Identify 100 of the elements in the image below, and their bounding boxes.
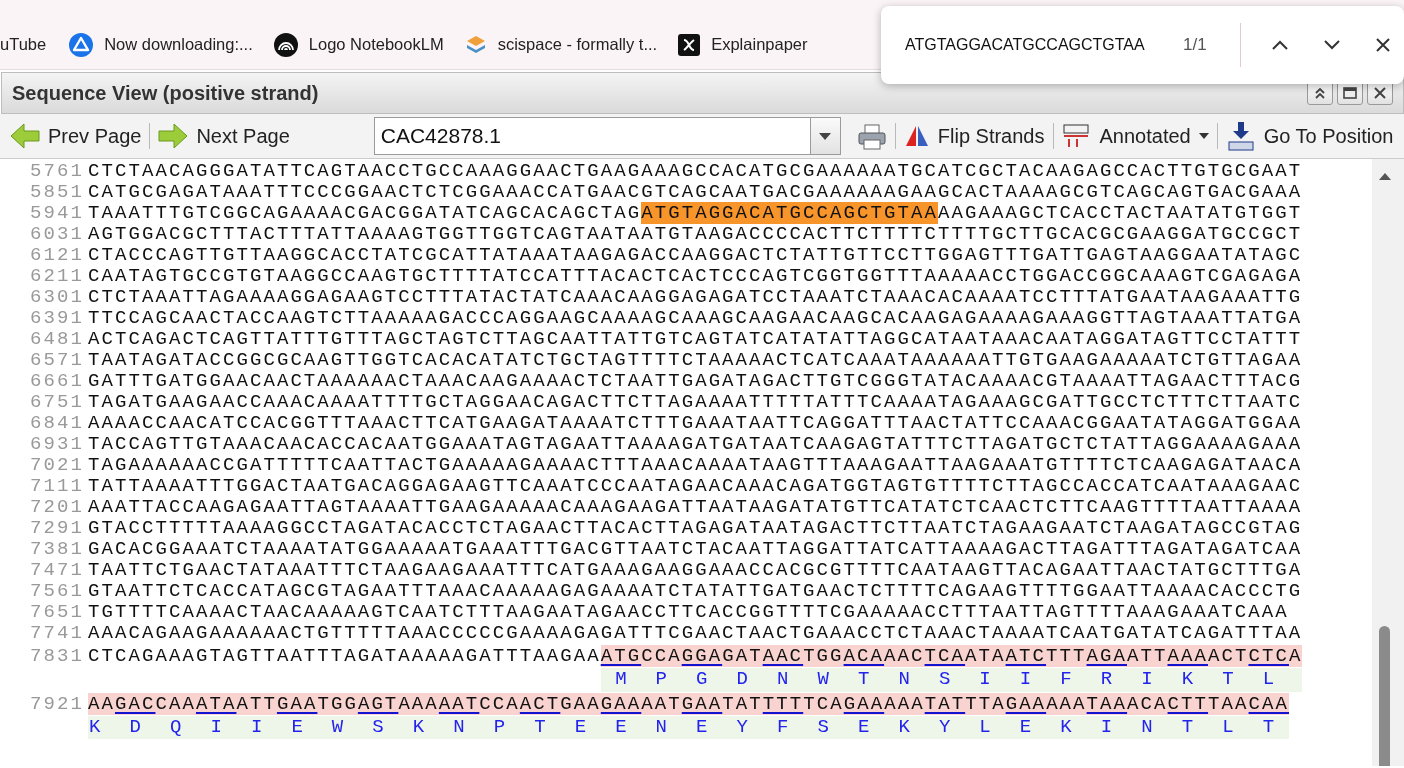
bookmark-link[interactable]: Now downloading:... bbox=[101, 32, 256, 57]
close-icon bbox=[1374, 37, 1391, 53]
flip-triangles-icon bbox=[903, 125, 930, 147]
panel-title: Sequence View (positive strand) bbox=[12, 81, 319, 106]
line-number: 5761 bbox=[29, 161, 85, 182]
line-number: 7741 bbox=[29, 623, 85, 644]
amino-acid: Y bbox=[937, 715, 952, 739]
sequence-text: TAGAAAAAACCGATTTTTCAATTACTGAAAAAGAAAACTTTAAACAAAATAAGTTTAAAGAATTAAGAAATGTTTTCTCAAGAGATAACA bbox=[88, 454, 1303, 476]
sequence-text: AAGAAAGCTCACCTACTAATATGTGGT bbox=[938, 202, 1303, 224]
amino-acid: K bbox=[1059, 715, 1073, 739]
line-number: 6301 bbox=[29, 287, 85, 308]
amino-acid: W bbox=[816, 668, 830, 692]
line-number: 7561 bbox=[29, 581, 85, 602]
flip-strands-button[interactable]: Flip Strands bbox=[899, 119, 1049, 153]
sequence-text: AAATTACCAAGAGAATTAGTAAAATTGAAGAAAAACAAAGAAGATTAATAAGATATGTTCATATCTCAACTCTTCAAGTTTTAATTAAAA bbox=[88, 496, 1303, 518]
amino-acid: I bbox=[1099, 715, 1114, 739]
left-arrow-icon bbox=[10, 123, 40, 149]
chevron-down-icon bbox=[1322, 39, 1341, 51]
scroll-thumb[interactable] bbox=[1379, 626, 1390, 766]
sequence-text: GTACCTTTTTAAAAGGCCTAGATACACCTCTAGAACTTACACTTAGAGATAATAGACTTCTTAATCTAGAAGAATCTAAGATAGCCGTAG bbox=[88, 517, 1303, 539]
bookmark-link[interactable]: Logo NotebookLM bbox=[305, 32, 447, 57]
accession-field[interactable]: CAC42878.1 bbox=[373, 117, 810, 155]
amino-acid: S bbox=[371, 715, 385, 739]
amino-acid: I bbox=[249, 715, 264, 739]
go-to-position-button[interactable]: Go To Position bbox=[1221, 119, 1398, 153]
maximize-icon bbox=[1343, 87, 1357, 99]
sequence-text: ACTCAGACTCAGTTATTTGTTTAGCTAGTCTTAGCAATTATTGTCAGTATCATATATTAGGCATAATAAACAATAGGATAGTTCCTATTT bbox=[88, 328, 1303, 350]
bookmark-link[interactable]: Explainpaper bbox=[708, 32, 811, 57]
amino-acid: I bbox=[1018, 668, 1033, 692]
line-number: 5941 bbox=[29, 203, 85, 224]
sequence-text: TAATTCTGAACTATAAATTTCTAAGAAGAAATTTCATGAAAGAAGGAAACCACGCGTTTTCAATAAGTTACAGAATTAACTATGCTTTGA bbox=[88, 559, 1303, 581]
line-number: 6571 bbox=[29, 350, 85, 371]
amino-acid: L bbox=[978, 715, 992, 739]
sequence-text: GATTTGATGGAACAACTAAAAAACTAAACAAGAAAACTCTAATTGAGATAGACTTGTCGGGTATACAAAACGTAAAATTAGAACTTTACG bbox=[88, 370, 1303, 392]
scrollbar[interactable] bbox=[1372, 159, 1404, 766]
caret-icon bbox=[1198, 133, 1209, 139]
amino-acid: N bbox=[1140, 715, 1154, 739]
scroll-up-icon[interactable] bbox=[1378, 171, 1392, 181]
sequence-text: AGTGGACGCTTTACTTTATTAAAAGTGGTTGGTCAGTAATAATGTAAGACCCCACTTCTTTTCTTTTGCTTGCACGCGAAGGATGCCGCT bbox=[88, 223, 1303, 245]
line-number: 6481 bbox=[29, 329, 85, 350]
line-number: 7471 bbox=[29, 560, 85, 581]
sequence-text: TACCAGTTGTAAACAACACCACAATGGAAATAGTAGAATTAAAAGATGATAATCAAGAGTATTTCTTAGATGCTCTATTAGGAAAAGAAA bbox=[88, 433, 1303, 455]
amino-acid: E bbox=[614, 715, 628, 739]
amino-acid: N bbox=[897, 668, 911, 692]
dropdown-button[interactable] bbox=[810, 117, 841, 155]
coding-sequence: AAGACCAAATAATTGAATGGAGTAAAAATCCAACTGAAGAAAATGAATATTTTTCAGAAAAATATTTAGAAAAATAAACACTTTAACAA bbox=[88, 692, 1290, 715]
layers-icon bbox=[464, 33, 487, 56]
line-number: 6031 bbox=[29, 224, 85, 245]
explain-logo-icon bbox=[678, 33, 701, 56]
next-page-button[interactable]: Next Page bbox=[154, 119, 294, 153]
amino-acid: T bbox=[1261, 715, 1276, 739]
coding-sequence: ATGCCAGGAGATAACTGGACAAACTCAATAATCTTTAGAATTAAAACTCTCA bbox=[600, 645, 1303, 667]
sequence-text: TTCCAGCAACTACCAAGTCTTAAAAAGACCCAGGAAGCAAAAGCAAAGCAAGAACAAGCACAAGAGAAAAGAAAGGTTAGTAAATTATGA bbox=[88, 307, 1303, 329]
line-number: 7291 bbox=[29, 518, 85, 539]
amino-acid: E bbox=[290, 715, 304, 739]
amino-acid: N bbox=[452, 715, 466, 739]
amino-acid: W bbox=[330, 715, 345, 739]
download-arrow-icon bbox=[1225, 121, 1256, 151]
annotated-dropdown[interactable]: Annotated bbox=[1057, 119, 1213, 153]
amino-acid: Y bbox=[735, 715, 749, 739]
amino-acid: N bbox=[776, 668, 790, 692]
line-number: 5851 bbox=[29, 182, 85, 203]
printer-icon bbox=[856, 123, 887, 152]
bookmark-link[interactable]: uTube bbox=[0, 32, 50, 57]
line-number: 7381 bbox=[29, 539, 85, 560]
sequence-text: CAATAGTGCCGTGTAAGGCCAAGTGCTTTTATCCATTTACACTCACTCCCAGTCGGTGGTTTAAAAACCTGGACCGGCAAAGTCGAGAGA bbox=[88, 265, 1303, 287]
line-number: 6751 bbox=[29, 392, 85, 413]
dropdown-caret-icon[interactable] bbox=[818, 131, 833, 141]
bookmark-link[interactable]: scispace - formally t... bbox=[494, 32, 661, 57]
amino-acid: P bbox=[654, 668, 668, 692]
amino-acid: I bbox=[1140, 668, 1154, 692]
search-match: ATGTAGGACATGCCAGCTGTAA bbox=[641, 202, 938, 224]
sequence-text: TATTAAAATTTGGACTAATGACAGGAGAAGTTCAAATCCCAATAGAACAAACAGATGGTAGTGTTTTCTTAGCCACCATCAATAAAGAAC bbox=[88, 475, 1303, 497]
amino-acid: K bbox=[411, 715, 426, 739]
match-count: 1/1 bbox=[1183, 34, 1207, 57]
amino-acid: T bbox=[1180, 715, 1195, 739]
notebook-logo-icon bbox=[273, 32, 298, 57]
amino-acid: L bbox=[1261, 668, 1276, 692]
amino-acid: E bbox=[1018, 715, 1033, 739]
double-chevron-icon bbox=[1313, 86, 1327, 100]
amino-acid: I bbox=[978, 668, 992, 692]
sequence-text: CATGCGAGATAAATTTCCCGGAACTCTCGGAAACCATGAACGTCAGCAATGACGAAAAAAGAAGCACTAAAAGCGTCAGCAGTGACGAAA bbox=[88, 181, 1303, 203]
right-arrow-icon bbox=[158, 123, 189, 149]
amino-acid: F bbox=[776, 715, 790, 739]
sequence-text: TAATAGATACCGGCGCAAGTTGGTCACACATATCTGCTAGTTTTCTAAAAACTCATCAAATAAAAAATTGTGAAGAAAAATCTGTTAGAA bbox=[88, 349, 1303, 371]
line-number: 7201 bbox=[29, 497, 85, 518]
line-number: 6841 bbox=[29, 413, 85, 434]
find-field[interactable]: ATGTAGGACATGCCAGCTGTAA bbox=[905, 33, 1167, 57]
line-number: 6391 bbox=[29, 308, 85, 329]
triangle-logo-icon bbox=[69, 32, 94, 57]
amino-acid: E bbox=[695, 715, 709, 739]
close-icon bbox=[1374, 87, 1386, 99]
amino-acid: T bbox=[533, 715, 547, 739]
prev-page-button[interactable]: Prev Page bbox=[6, 119, 146, 153]
sequence-text: CTACCCAGTTGTTAAGGCACCTATCGCATTATAAATAAGAGACCAAGGACTCTATTGTTCCTTGGAGTTTGATTGAGTAAGGAATATAGC bbox=[88, 244, 1303, 266]
line-number: 7111 bbox=[29, 476, 85, 497]
amino-acid: E bbox=[573, 715, 588, 739]
sequence-text: GACACGGAAATCTAAAATATGGAAAAATGAAATTTGACGTTAATCTACAATTAGGATTATCATTAAAAGACTTAGATTTAGATAGATCAA bbox=[88, 538, 1303, 560]
sequence-text: AAAACCAACATCCACGGTTTAAACTTCATGAAGATAAAATCTTTGAAATAATTCAGGATTTAACTATTCCAAACGGAATATAGGATGGAA bbox=[88, 412, 1303, 434]
amino-acid: R bbox=[1099, 668, 1114, 692]
